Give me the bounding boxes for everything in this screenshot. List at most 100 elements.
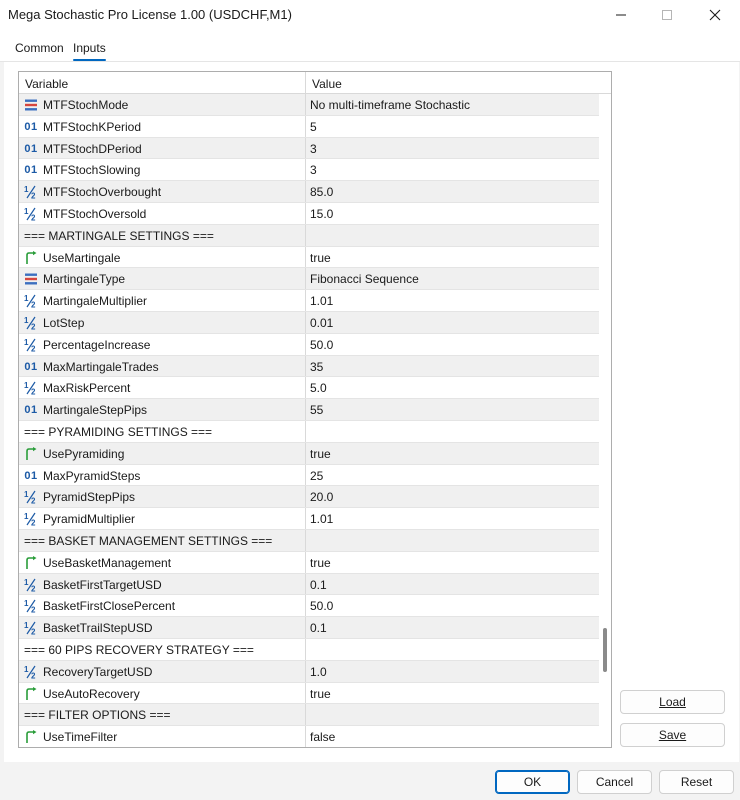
variable-value[interactable]: 1.0 [310,665,327,679]
column-divider [305,486,306,508]
table-row[interactable]: 1 2 PyramidStepPips 20.0 [19,486,599,509]
variable-name: PyramidMultiplier [43,512,136,527]
vertical-scrollbar[interactable] [599,94,611,747]
table-row[interactable]: 1 2 MartingaleMultiplier 1.01 [19,290,599,312]
variable-value[interactable]: 50.0 [310,338,333,352]
variable-value[interactable]: true [310,687,331,701]
maximize-button[interactable] [644,0,690,30]
variable-value[interactable]: 5.0 [310,381,327,395]
variable-value[interactable]: 85.0 [310,185,333,199]
variable-value[interactable]: 55 [310,403,323,417]
double-icon: 12 [23,337,39,353]
table-row[interactable]: 1 2 LotStep 0.01 [19,311,599,334]
bool-icon [23,250,39,266]
variable-value[interactable]: true [310,447,331,461]
table-row[interactable]: 1 2 MaxRiskPercent 5.0 [19,377,599,400]
reset-button[interactable]: Reset [659,770,734,794]
enum-icon [23,97,39,113]
double-icon: 12 [23,511,39,527]
variable-name: MTFStochOverbought [43,185,162,200]
variable-value[interactable]: 1.01 [310,512,333,526]
variable-value[interactable]: 5 [310,120,317,134]
table-row[interactable]: 01 MTFStochDPeriod 3 [19,137,599,160]
variable-name: BasketFirstClosePercent [43,599,176,614]
variable-value[interactable]: No multi-timeframe Stochastic [310,98,470,112]
table-row[interactable]: UseTimeFilter false [19,726,599,747]
ok-button[interactable]: OK [495,770,570,794]
cancel-button[interactable]: Cancel [577,770,652,794]
tab-common[interactable]: Common [15,41,64,55]
variable-name: === FILTER OPTIONS === [24,708,171,723]
scrollbar-thumb[interactable] [603,628,607,672]
variable-name: PercentageIncrease [43,337,151,352]
variable-value[interactable]: 15.0 [310,207,333,221]
double-icon: 12 [23,184,39,200]
variable-value[interactable]: 0.1 [310,578,327,592]
table-row[interactable]: MartingaleType Fibonacci Sequence [19,268,599,291]
column-divider [305,311,306,333]
variable-value[interactable]: true [310,251,331,265]
window-title: Mega Stochastic Pro License 1.00 (USDCHF… [8,7,292,22]
table-row[interactable]: 1 2 PyramidMultiplier 1.01 [19,508,599,530]
variable-value[interactable]: 25 [310,469,323,483]
variable-column-header[interactable]: Variable [25,77,68,91]
variable-value[interactable]: 35 [310,360,323,374]
table-row[interactable]: MTFStochMode No multi-timeframe Stochasti… [19,94,599,116]
section-header-row[interactable]: === BASKET MANAGEMENT SETTINGS === [19,529,599,552]
svg-text:1: 1 [24,665,29,674]
variable-value[interactable]: 1.01 [310,294,333,308]
table-row[interactable]: 01 MartingaleStepPips 55 [19,399,599,421]
ok-button-label: OK [523,775,542,789]
column-divider [305,660,306,682]
table-row[interactable]: 1 2 MTFStochOverbought 85.0 [19,181,599,203]
value-column-header[interactable]: Value [312,77,342,91]
table-row[interactable]: UsePyramiding true [19,442,599,465]
table-row[interactable]: 1 2 BasketFirstTargetUSD 0.1 [19,573,599,596]
section-header-row[interactable]: === FILTER OPTIONS === [19,704,599,727]
table-row[interactable]: 01 MaxPyramidSteps 25 [19,464,599,487]
table-row[interactable]: 01 MTFStochKPeriod 5 [19,115,599,138]
header-divider[interactable] [305,72,306,94]
column-divider [305,159,306,181]
integer-icon: 01 [24,142,38,155]
section-header-row[interactable]: === 60 PIPS RECOVERY STRATEGY === [19,638,599,661]
column-divider [305,551,306,573]
variable-value[interactable]: 0.01 [310,316,333,330]
svg-text:1: 1 [24,185,29,194]
variable-name: UseAutoRecovery [43,686,140,701]
section-header-row[interactable]: === PYRAMIDING SETTINGS === [19,420,599,443]
table-row[interactable]: UseBasketManagement true [19,551,599,574]
table-row[interactable]: 01 MTFStochSlowing 3 [19,159,599,182]
table-row[interactable]: UseAutoRecovery true [19,682,599,705]
column-divider [305,682,306,704]
variable-value[interactable]: 3 [310,142,317,156]
load-button-label: Load [659,695,686,709]
svg-text:1: 1 [24,621,29,630]
svg-text:2: 2 [31,213,36,221]
svg-text:2: 2 [31,628,36,636]
load-button[interactable]: Load [620,690,725,714]
variable-value[interactable]: 50.0 [310,599,333,613]
table-row[interactable]: UseMartingale true [19,246,599,269]
variable-value[interactable]: true [310,556,331,570]
table-row[interactable]: 01 MaxMartingaleTrades 35 [19,355,599,378]
variable-value[interactable]: Fibonacci Sequence [310,272,419,286]
save-button[interactable]: Save [620,723,725,747]
variable-value[interactable]: 20.0 [310,490,333,504]
column-divider [305,420,306,442]
variable-value[interactable]: 0.1 [310,621,327,635]
column-divider [305,638,306,660]
table-row[interactable]: 1 2 RecoveryTargetUSD 1.0 [19,660,599,683]
close-button[interactable] [692,0,738,30]
column-divider [305,137,306,159]
section-header-row[interactable]: === MARTINGALE SETTINGS === [19,224,599,247]
table-row[interactable]: 1 2 BasketTrailStepUSD 0.1 [19,617,599,639]
table-row[interactable]: 1 2 MTFStochOversold 15.0 [19,202,599,225]
table-row[interactable]: 1 2 PercentageIncrease 50.0 [19,333,599,356]
variable-value[interactable]: 3 [310,163,317,177]
variable-name: LotStep [43,315,85,330]
table-row[interactable]: 1 2 BasketFirstClosePercent 50.0 [19,595,599,618]
minimize-button[interactable] [598,0,644,30]
tab-inputs[interactable]: Inputs [73,41,106,61]
variable-value[interactable]: false [310,730,335,744]
